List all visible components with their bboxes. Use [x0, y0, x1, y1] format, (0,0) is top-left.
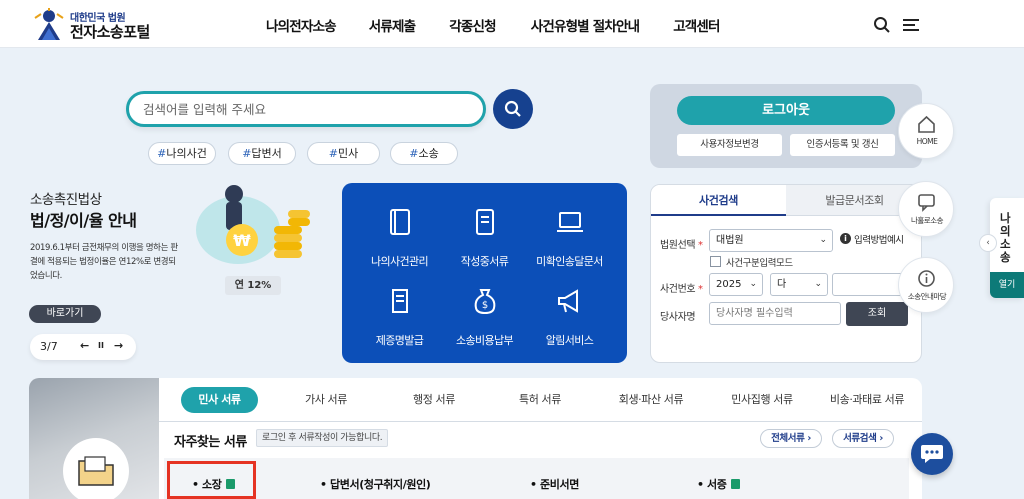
- book-icon: [390, 209, 410, 235]
- svg-text:₩: ₩: [233, 231, 251, 250]
- user-info-button[interactable]: 사용자정보변경: [677, 134, 782, 156]
- info-circle-icon: [918, 270, 935, 287]
- main-nav: 나의전자소송 서류제출 각종신청 사건유형별 절차안내 고객센터: [266, 15, 720, 35]
- doc-search-button[interactable]: 서류검색 ›: [832, 429, 894, 448]
- nav-document-submit[interactable]: 서류제출: [369, 15, 416, 35]
- highlight-box: [167, 461, 256, 499]
- case-search-button[interactable]: 조회: [846, 302, 908, 326]
- promo-subtitle: 소송촉진법상: [30, 192, 102, 208]
- megaphone-icon: [558, 289, 578, 313]
- notebook-icon: [476, 209, 494, 235]
- tab-divider: [159, 421, 922, 422]
- logout-button[interactable]: 로그아웃: [677, 96, 895, 125]
- nav-applications[interactable]: 각종신청: [449, 15, 496, 35]
- info-icon[interactable]: i: [840, 233, 851, 244]
- court-division-label: 사건구분입력모드: [726, 258, 793, 269]
- svg-text:$: $: [482, 300, 488, 311]
- pager-count: 3/7: [40, 340, 58, 353]
- service-drafts[interactable]: 작성중서류: [437, 207, 532, 287]
- case-no-label: 사건번호 *: [660, 284, 703, 295]
- promo-description: 2019.6.1부터 금전채무의 이행을 명하는 판결에 적용되는 법정이율은 …: [30, 243, 178, 281]
- service-panel: 나의사건관리 작성중서류 미확인송달문서 제증명발급 $ 소송비용납부 알림서비…: [342, 183, 627, 363]
- tab-civil-docs[interactable]: 민사 서류: [181, 387, 258, 413]
- rate-badge: 연 12%: [225, 276, 281, 295]
- court-emblem-icon: [34, 8, 64, 40]
- documents-photo: [29, 378, 159, 499]
- prev-arrow-icon[interactable]: ←: [80, 339, 89, 352]
- chevron-down-icon: ⌄: [819, 235, 827, 245]
- search-button[interactable]: [493, 89, 533, 129]
- tag-answer[interactable]: #답변서: [228, 142, 296, 165]
- search-icon[interactable]: [873, 16, 891, 34]
- tab-admin-docs[interactable]: 행정 서류: [399, 387, 469, 413]
- search-input[interactable]: [143, 100, 463, 118]
- interest-rate-illustration: ₩: [196, 185, 310, 264]
- certificate-icon: [392, 289, 408, 313]
- cert-button[interactable]: 인증서등록 및 갱신: [790, 134, 895, 156]
- folder-icon: [78, 456, 114, 486]
- case-number-input[interactable]: [832, 273, 908, 296]
- header: 대한민국 법원 전자소송포털 나의전자소송 서류제출 각종신청 사건유형별 절차…: [0, 0, 1024, 48]
- promo-pager: 3/7 ← II →: [30, 334, 136, 360]
- party-name-input[interactable]: 당사자명 필수입력: [709, 302, 841, 325]
- tab-non-contentious-docs[interactable]: 비송·과태료 서류: [815, 387, 919, 413]
- laptop-icon: [557, 212, 583, 232]
- chatbot-button[interactable]: [911, 433, 953, 475]
- tag-civil[interactable]: #민사: [307, 142, 380, 165]
- money-bag-icon: $: [474, 289, 496, 315]
- tab-patent-docs[interactable]: 특허 서류: [507, 387, 573, 413]
- service-unread-docs[interactable]: 미확인송달문서: [522, 207, 617, 287]
- court-division-checkbox[interactable]: [710, 256, 721, 267]
- party-label: 당사자명: [660, 312, 696, 323]
- tab-bankruptcy-docs[interactable]: 회생·파산 서류: [603, 387, 699, 413]
- tag-lawsuit[interactable]: #소송: [390, 142, 458, 165]
- goto-button[interactable]: 바로가기: [29, 305, 101, 323]
- tab-case-search[interactable]: 사건검색: [651, 185, 786, 216]
- year-select[interactable]: 2025 ⌄: [709, 273, 763, 296]
- doc-item-evidence[interactable]: • 서증: [697, 476, 740, 492]
- doc-item-brief[interactable]: • 준비서면: [530, 476, 579, 492]
- all-docs-button[interactable]: 전체서류 ›: [760, 429, 822, 448]
- court-select[interactable]: 대법원 ⌄: [709, 229, 833, 252]
- chat-bubble-icon: [921, 445, 943, 463]
- menu-icon[interactable]: [902, 16, 920, 34]
- search-box: [126, 91, 486, 127]
- frequent-docs-note: 로그인 후 서류작성이 가능합니다.: [256, 429, 389, 447]
- frequent-docs-title: 자주찾는 서류: [174, 435, 247, 450]
- home-icon: [918, 115, 935, 133]
- quick-home[interactable]: HOME: [898, 103, 954, 159]
- chevron-down-icon: ⌄: [814, 279, 822, 289]
- search-icon: [504, 100, 521, 117]
- court-help-link[interactable]: 입력방법예시: [854, 232, 904, 246]
- tab-family-docs[interactable]: 가사 서류: [293, 387, 359, 413]
- tag-my-case[interactable]: #나의사건: [148, 142, 216, 165]
- doc-item-answer[interactable]: • 답변서(청구취지/원인): [320, 476, 431, 492]
- service-notifications[interactable]: 알림서비스: [522, 286, 617, 366]
- pause-icon[interactable]: II: [98, 341, 104, 350]
- documents-card: 민사 서류 가사 서류 행정 서류 특허 서류 회생·파산 서류 민사집행 서류…: [29, 378, 922, 499]
- case-type-select[interactable]: 다 ⌄: [770, 273, 828, 296]
- site-logo[interactable]: 대한민국 법원 전자소송포털: [32, 6, 172, 42]
- nav-my-case[interactable]: 나의전자소송: [266, 15, 337, 35]
- promo-title: 법/정/이/율 안내: [30, 211, 137, 230]
- quick-guide[interactable]: 소송안내마당: [898, 257, 954, 313]
- chevron-down-icon: ⌄: [749, 279, 757, 289]
- service-fee-payment[interactable]: $ 소송비용납부: [437, 286, 532, 366]
- side-tab-open-button[interactable]: 열기: [990, 272, 1024, 298]
- folder-icon-circle: [63, 438, 129, 499]
- service-certificate[interactable]: 제증명발급: [352, 286, 447, 366]
- court-label: 법원선택 *: [660, 240, 703, 251]
- quick-self-lawsuit[interactable]: 나홀로소송: [898, 181, 954, 237]
- chat-icon: [918, 194, 935, 212]
- nav-procedure-guide[interactable]: 사건유형별 절차안내: [531, 15, 640, 35]
- side-tab-title: 나의소송: [1000, 211, 1011, 264]
- nav-customer-center[interactable]: 고객센터: [673, 15, 720, 35]
- next-arrow-icon[interactable]: →: [114, 339, 123, 352]
- edit-doc-icon: [730, 479, 740, 489]
- service-my-case[interactable]: 나의사건관리: [352, 207, 447, 287]
- chevron-left-icon[interactable]: ‹: [979, 234, 997, 252]
- logo-title: 전자소송포털: [70, 23, 150, 41]
- tab-civil-execution-docs[interactable]: 민사집행 서류: [717, 387, 807, 413]
